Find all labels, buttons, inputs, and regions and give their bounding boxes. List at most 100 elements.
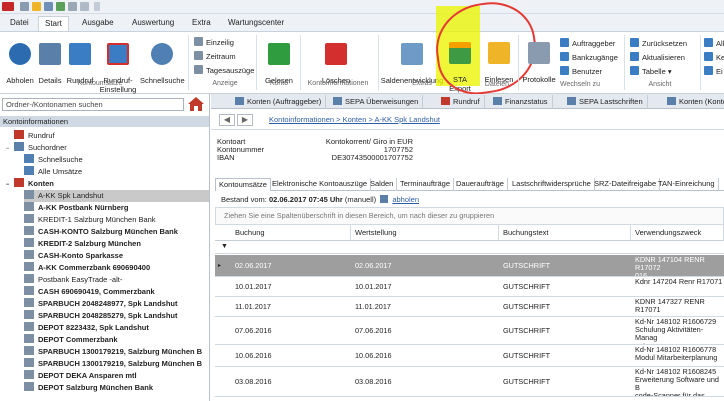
tree-item[interactable]: CASH-KONTO Salzburg München Bank — [24, 226, 209, 238]
document-tab[interactable]: SEPA Lastschriften — [563, 95, 648, 109]
aktualisieren-option[interactable]: Aktualisieren — [630, 52, 685, 63]
subtab[interactable]: Salden — [367, 178, 398, 191]
table-row[interactable]: 11.01.2017 11.01.2017 GUTSCHRIFT KDNR 14732… — [215, 297, 724, 317]
tree-item[interactable]: Alle Umsätze — [24, 166, 209, 178]
bankzugaenge-icon — [560, 52, 569, 61]
tab-auswertung[interactable]: Auswertung — [126, 16, 180, 31]
document-tab[interactable]: Finanzstatus — [489, 95, 553, 109]
forward-button[interactable]: ▶ — [237, 114, 253, 126]
qat-dropdown-icon[interactable] — [94, 2, 100, 11]
column-header-verwendungszweck[interactable]: Verwendungszweck — [631, 225, 724, 241]
subtab[interactable]: SRZ-Dateifreigabe — [591, 178, 661, 191]
tabelle-option[interactable]: Tabelle ▾ — [630, 66, 672, 77]
breadcrumb[interactable]: Kontoinformationen > Konten > A-KK Spk L… — [269, 115, 440, 124]
table-row[interactable]: 03.08.2016 03.08.2016 GUTSCHRIFT Kd-Nr 1481… — [215, 367, 724, 397]
einlesen-button[interactable]: Einlesen — [482, 33, 516, 84]
tree-item[interactable]: SPARBUCH 2048285279, Spk Landshut — [24, 310, 209, 322]
tree-item[interactable]: A-KK Spk Landshut — [24, 190, 209, 202]
saldenentwicklung-button[interactable]: Saldenentwicklung — [380, 34, 444, 85]
tree-item[interactable]: SPARBUCH 2048248977, Spk Landshut — [24, 298, 209, 310]
table-row[interactable]: 10.06.2016 10.06.2016 GUTSCHRIFT Kd-Nr 1481… — [215, 345, 724, 367]
tree-item[interactable]: DEPOT 8223432, Spk Landshut — [24, 322, 209, 334]
quick-list-icon[interactable] — [68, 2, 77, 11]
subtab[interactable]: Kontoumsätze — [215, 178, 271, 191]
tab-datei[interactable]: Datei — [4, 16, 35, 31]
account-search-input[interactable]: Ordner-/Kontonamen suchen — [2, 98, 184, 111]
subtab[interactable]: TAN-Einreichung — [655, 178, 719, 191]
tab-start[interactable]: Start — [38, 16, 69, 32]
document-tab[interactable]: Konten (Auftraggeber) — [231, 95, 327, 109]
rundruf-settings-icon — [107, 43, 129, 65]
bankzugaenge-option[interactable]: Bankzugänge — [560, 52, 618, 63]
protokolle-button[interactable]: Protokolle — [520, 33, 558, 84]
column-header-buchungstext[interactable]: Buchungstext — [499, 225, 631, 241]
expand-toggle-icon[interactable]: − — [4, 182, 11, 189]
all-option[interactable]: All — [704, 38, 724, 49]
tree-item[interactable]: SPARBUCH 1300179219, Salzburg München B — [24, 358, 209, 370]
schnellsuche-button[interactable]: Schnellsuche — [140, 34, 185, 85]
tree-item[interactable]: − Konten — [4, 178, 209, 190]
details-button[interactable]: Details — [36, 34, 64, 85]
filter-icon[interactable]: ▼ — [221, 243, 228, 250]
tagesauszuege-option[interactable]: Tagesauszüge — [194, 65, 254, 76]
ke-option[interactable]: Ke — [704, 52, 724, 63]
subtab[interactable]: Lastschriftwidersprüche — [509, 178, 595, 191]
zeitraum-option[interactable]: Zeitraum — [194, 51, 236, 62]
bestand-date: 02.06.2017 07:45 Uhr — [268, 195, 343, 204]
table-row[interactable]: ▸ 02.06.2017 02.06.2017 GUTSCHRIFT KDNR 1471… — [215, 255, 724, 277]
auftraggeber-option[interactable]: Auftraggeber — [560, 38, 615, 49]
group-anzeige-label: Anzeige — [212, 80, 238, 87]
expand-toggle-icon[interactable]: − — [4, 146, 11, 153]
column-header-buchung[interactable]: Buchung — [231, 225, 351, 241]
filter-row[interactable]: ▼ — [215, 242, 724, 254]
account-icon — [24, 166, 34, 175]
quick-table-icon[interactable] — [80, 2, 89, 11]
tab-ausgabe[interactable]: Ausgabe — [76, 16, 120, 31]
tree-item[interactable]: Schnellsuche — [24, 154, 209, 166]
subtab[interactable]: Terminaufträge — [397, 178, 455, 191]
tree-item[interactable]: KREDIT-2 Salzburg München — [24, 238, 209, 250]
tree-item[interactable]: DEPOT Commerzbank — [24, 334, 209, 346]
column-header-wertstellung[interactable]: Wertstellung — [351, 225, 499, 241]
table-row[interactable]: 07.06.2016 07.06.2016 GUTSCHRIFT Kd-Nr 1481… — [215, 317, 724, 345]
subtab[interactable]: Daueraufträge — [453, 178, 508, 191]
account-icon — [24, 202, 34, 211]
tree-item[interactable]: A-KK Commerzbank 690690400 — [24, 262, 209, 274]
back-button[interactable]: ◀ — [219, 114, 235, 126]
tree-item[interactable]: DEPOT DEKA Ansparen mtl — [24, 370, 209, 382]
tab-wartungscenter[interactable]: Wartungscenter — [222, 16, 290, 31]
benutzer-option[interactable]: Benutzer — [560, 66, 602, 77]
ribbon-separator — [188, 35, 189, 90]
ei-label: Ei — [716, 67, 723, 76]
rundruf-button[interactable]: Rundruf — [64, 34, 96, 85]
quick-refresh-icon[interactable] — [56, 2, 65, 11]
group-by-area[interactable]: Ziehen Sie eine Spaltenüberschrift in di… — [215, 207, 724, 225]
tree-item[interactable]: A-KK Postbank Nürnberg — [24, 202, 209, 214]
tree-item[interactable]: Postbank EasyTrade -alt- — [24, 274, 209, 286]
tree-item[interactable]: CASH 690690419, Commerzbank — [24, 286, 209, 298]
tab-extra[interactable]: Extra — [186, 16, 217, 31]
quick-print-icon[interactable] — [20, 2, 29, 11]
tree-item[interactable]: − Suchordner — [4, 142, 209, 154]
tree-item[interactable]: KREDIT-1 Salzburg München Bank — [24, 214, 209, 226]
abholen-link[interactable]: abholen — [392, 195, 419, 204]
gelesen-button[interactable]: Gelesen — [262, 34, 296, 85]
tree-item[interactable]: CASH-Konto Sparkasse — [24, 250, 209, 262]
document-tab[interactable]: Konten (Konto — [663, 95, 724, 109]
zuruecksetzen-option[interactable]: Zurücksetzen — [630, 38, 687, 49]
quick-grid-icon[interactable] — [44, 2, 53, 11]
tree-item[interactable]: Rundruf — [14, 130, 209, 142]
table-row[interactable]: 10.01.2017 10.01.2017 GUTSCHRIFT Kdnr 14720… — [215, 277, 724, 297]
document-tab[interactable]: SEPA Überweisungen — [329, 95, 424, 109]
abholen-button[interactable]: Abholen — [4, 34, 36, 85]
einzeilig-option[interactable]: Einzeilig — [194, 37, 234, 48]
subtab[interactable]: Elektronische Kontoauszüge — [269, 178, 372, 191]
quick-folder-icon[interactable] — [32, 2, 41, 11]
tree-item[interactable]: SPARBUCH 1300179219, Salzburg München B — [24, 346, 209, 358]
loeschen-button[interactable]: Löschen — [314, 34, 358, 85]
tree-item-label: Postbank EasyTrade -alt- — [38, 275, 123, 284]
home-icon[interactable] — [187, 96, 205, 112]
tree-item[interactable]: DEPOT Salzburg München Bank — [24, 382, 209, 394]
document-tab[interactable]: Rundruf — [437, 95, 485, 109]
ei-option[interactable]: Ei — [704, 66, 723, 77]
